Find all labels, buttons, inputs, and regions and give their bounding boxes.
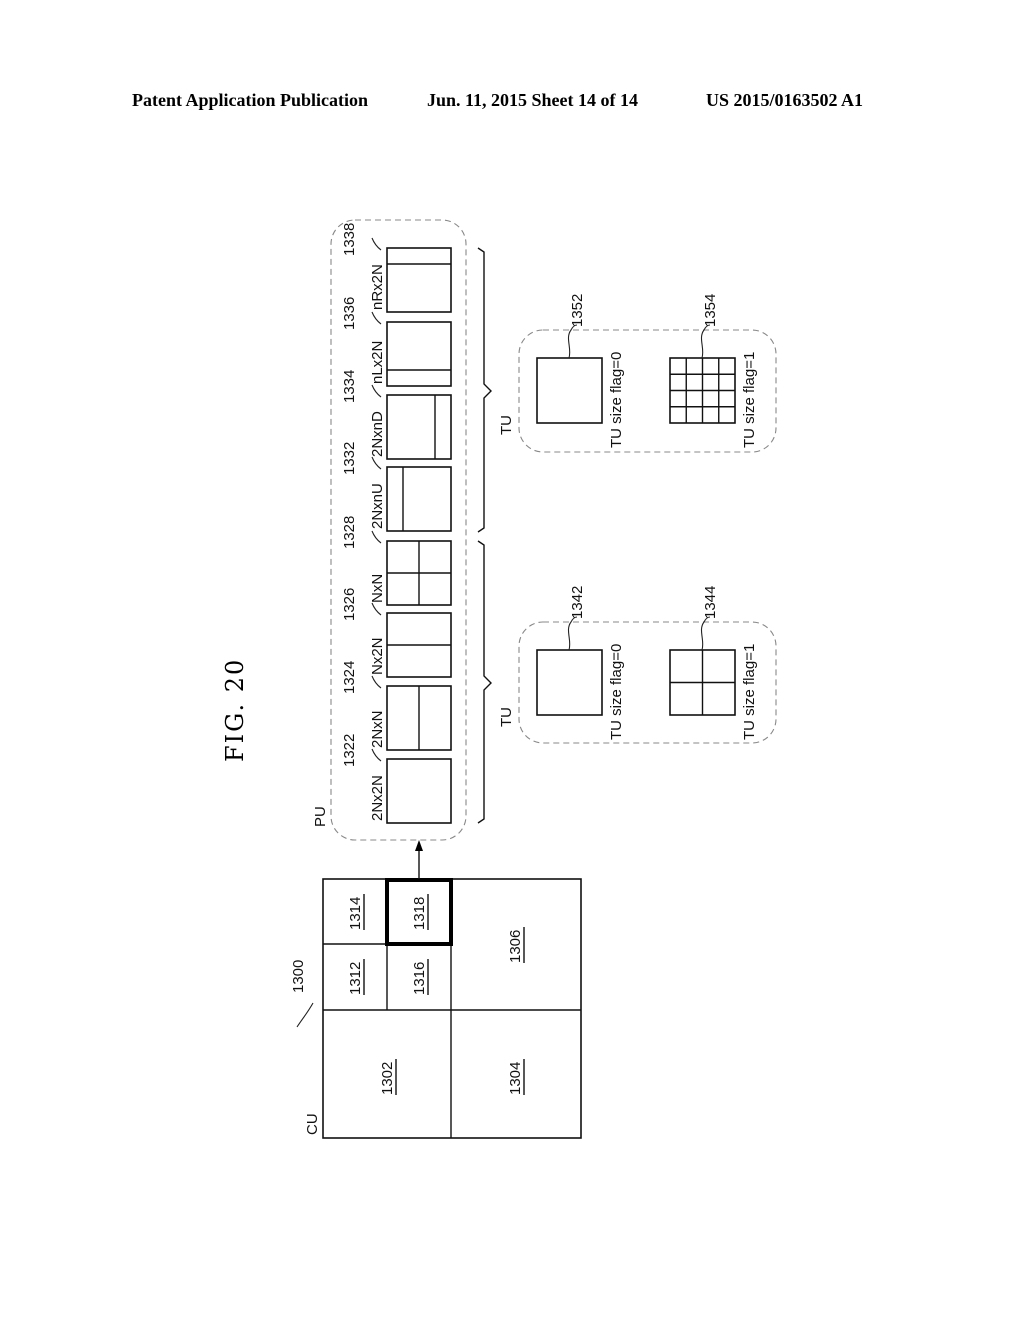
pu-partition-name: 2NxN [369,710,386,748]
cu-block-1306: 1306 [507,927,525,963]
svg-text:1314: 1314 [347,897,364,930]
pu-partition-block [386,758,452,824]
svg-text:1312: 1312 [347,962,364,995]
tu-size-flag-caption: TU size flag=0 [608,644,625,740]
pu-partition-leader [371,384,382,398]
cu-block-1316: 1316 [411,959,429,995]
tu-size-flag-caption: TU size flag=0 [608,352,625,448]
svg-text:1318: 1318 [411,897,428,930]
tu-dashed-group [518,329,777,453]
pu-partition-leader [371,530,382,544]
pu-partition-ref: 1336 [341,297,358,330]
figure-title: FIG. 20 [221,658,249,762]
pu-partition-ref: 1324 [341,661,358,694]
tu-size-flag-caption: TU size flag=1 [741,352,758,448]
figure-drawing: FIG. 20 CU 1300 1302 1304 1306 1312 1314… [221,219,777,1139]
tu-dashed-group [518,621,777,744]
cu-ref: 1300 [290,960,307,993]
pu-partition-ref: 1322 [341,734,358,767]
pu-diagram: PU 2Nx2N 1322 2NxN 1324 Nx2N 1326 NxN 1328 2NxnU… [312,219,467,841]
cu-block-1304: 1304 [507,1059,525,1095]
pu-partition-name: nLx2N [369,341,386,384]
pu-partition-ref: 1338 [341,223,358,256]
tu-ref: 1342 [569,586,586,619]
tu-item-1354: TU size flag=1 1354 [669,294,758,448]
cu-diagram: CU 1300 1302 1304 1306 1312 1314 1316 13… [290,878,582,1139]
pu-partition-block [386,321,452,387]
pu-partition-block [386,247,452,313]
pu-partition-ref: 1328 [341,516,358,549]
pu-partition-leader [371,456,382,470]
pu-partition-leader [371,237,382,251]
pu-label: PU [312,806,329,827]
pu-partition-name: NxN [369,574,386,603]
tu-size-flag-caption: TU size flag=1 [741,644,758,740]
pu-partition-2nx2n: 2Nx2N 1322 [341,734,452,824]
cu-block-1318: 1318 [411,894,429,930]
cu-label: CU [304,1113,321,1135]
cu-to-pu-arrow [415,840,423,879]
cu-block-1312: 1312 [347,959,365,995]
pu-partition-list: 2Nx2N 1322 2NxN 1324 Nx2N 1326 NxN 1328 2NxnU 133… [341,223,452,824]
brace-upper [477,247,492,533]
tu-item-1342: TU size flag=0 1342 [536,586,625,740]
tu-block [536,649,603,716]
tu-group-1: TU TU size flag=0 1342 TU size flag=1 1344 [498,586,777,744]
pu-partition-block [386,394,452,460]
tu-groups: TU TU size flag=01342TU size flag=11344TU… [498,294,777,744]
pu-partition-block [386,466,452,532]
svg-text:1304: 1304 [507,1062,524,1095]
pu-partition-ref: 1326 [341,588,358,621]
tu-label: TU [498,707,515,727]
brace-lower [477,540,492,824]
pu-partition-name: Nx2N [369,637,386,675]
pu-partition-ref: 1334 [341,370,358,403]
tu-item-1344: TU size flag=1 1344 [669,586,758,740]
svg-text:1306: 1306 [507,930,524,963]
pu-partition-name: 2Nx2N [369,775,386,821]
pu-partition-ref: 1332 [341,442,358,475]
cu-block-1302: 1302 [379,1059,397,1095]
svg-text:1316: 1316 [411,962,428,995]
tu-ref: 1344 [702,586,719,619]
pu-partition-leader [371,311,382,325]
pu-partition-leader [371,602,382,616]
pu-partition-name: 2NxnD [369,411,386,457]
pu-partition-name: nRx2N [369,264,386,310]
tu-ref: 1354 [702,294,719,327]
tu-block [536,357,603,424]
pu-partition-leader [371,675,382,689]
tu-ref: 1352 [569,294,586,327]
tu-label: TU [498,415,515,435]
cu-block-1314: 1314 [347,894,365,930]
svg-text:1302: 1302 [379,1062,396,1095]
pu-partition-leader [371,748,382,762]
pu-partition-name: 2NxnU [369,483,386,529]
tu-item-1352: TU size flag=0 1352 [536,294,625,448]
cu-ref-leader [296,1002,314,1028]
tu-group-2: TU TU size flag=0 1352 TU size flag=1 1354 [498,294,777,453]
